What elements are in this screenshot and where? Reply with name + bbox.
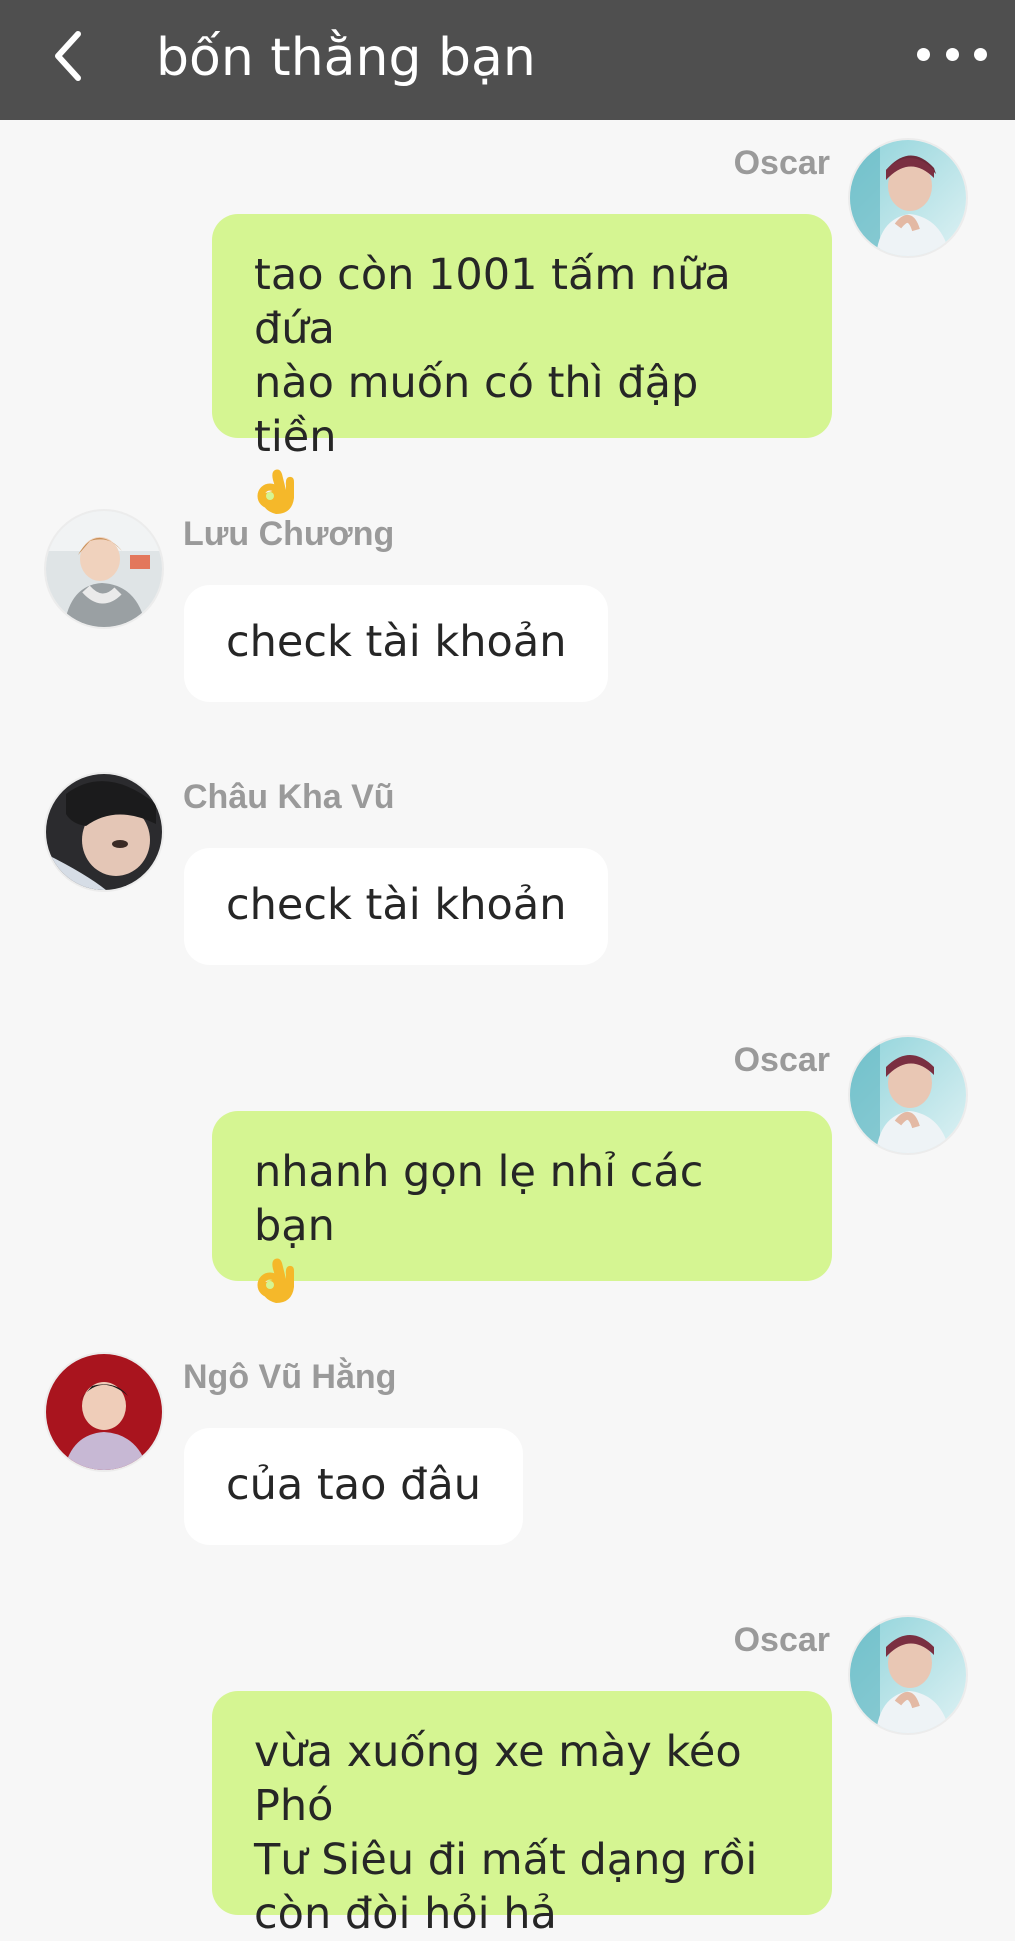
message-bubble[interactable]: tao còn 1001 tấm nữa đứa nào muốn có thì… <box>212 214 832 514</box>
sender-name: Châu Kha Vũ <box>183 778 395 816</box>
message-text-line: nhanh gọn lẹ nhỉ các bạn <box>254 1147 704 1251</box>
chat-title: bốn thằng bạn <box>156 28 536 88</box>
more-dot <box>974 47 987 61</box>
more-horizontal-icon <box>917 47 930 61</box>
ok-hand-emoji <box>254 1253 298 1318</box>
sender-name: Oscar <box>733 1621 830 1659</box>
more-button[interactable] <box>917 34 987 74</box>
message-bubble[interactable]: check tài khoản <box>184 848 609 965</box>
message-text-line: vừa xuống xe mày kéo Phó <box>254 1727 742 1831</box>
avatar-oscar[interactable] <box>848 1035 968 1155</box>
back-button[interactable] <box>38 26 98 86</box>
sender-name: Lưu Chương <box>183 515 395 553</box>
message-text-line: check tài khoản <box>226 880 567 930</box>
sender-name: Oscar <box>733 144 830 182</box>
message-bubble[interactable]: của tao đâu <box>184 1428 523 1545</box>
sender-name: Oscar <box>733 1041 830 1079</box>
chevron-left-icon <box>55 31 81 81</box>
message-bubble[interactable]: check tài khoản <box>184 585 609 702</box>
avatar-oscar[interactable] <box>848 1615 968 1735</box>
chat-header: bốn thằng bạn <box>0 0 1015 120</box>
avatar-luu-chuong[interactable] <box>44 509 164 629</box>
message-text-line: check tài khoản <box>226 617 567 667</box>
message-text-line: nào muốn có thì đập tiền <box>254 358 699 462</box>
more-dot <box>945 47 959 61</box>
message-text-line: tao còn 1001 tấm nữa đứa <box>254 250 731 354</box>
avatar-ngo-vu-hang[interactable] <box>44 1352 164 1472</box>
avatar-chau-kha-vu[interactable] <box>44 772 164 892</box>
message-bubble[interactable]: vừa xuống xe mày kéo Phó Tư Siêu đi mất … <box>212 1691 832 1939</box>
message-text-line: còn đòi hỏi hả <box>254 1889 557 1939</box>
message-text-line: của tao đâu <box>226 1460 481 1510</box>
message-text-line: Tư Siêu đi mất dạng rồi <box>254 1835 758 1885</box>
avatar-oscar[interactable] <box>848 138 968 258</box>
sender-name: Ngô Vũ Hằng <box>183 1358 397 1396</box>
message-bubble[interactable]: nhanh gọn lẹ nhỉ các bạn <box>212 1111 832 1303</box>
